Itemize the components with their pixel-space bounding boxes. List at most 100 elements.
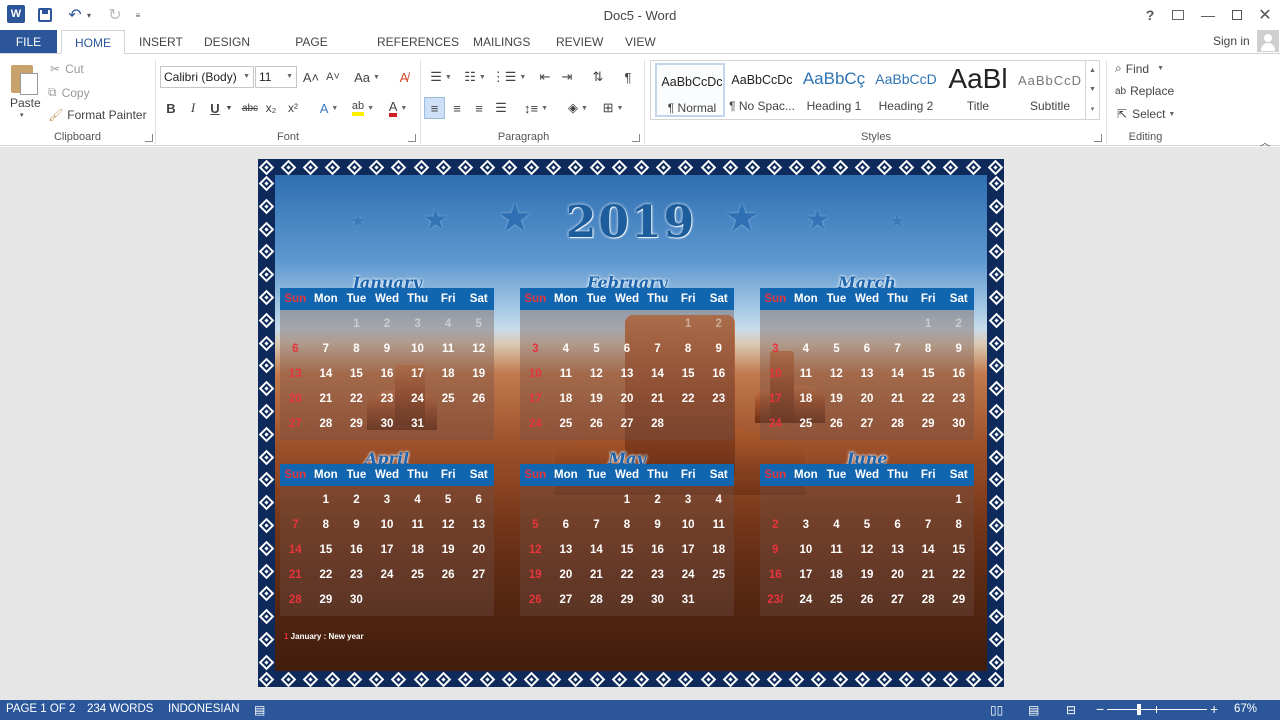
shading-button[interactable]: ◈ ▼	[563, 97, 593, 119]
style-title[interactable]: AaBl Title	[943, 63, 1013, 117]
bold-button[interactable]: B	[162, 97, 180, 119]
text-effects-button[interactable]: A ▼	[315, 97, 343, 119]
styles-gallery-scroll[interactable]: ▲ ▼ ▾	[1085, 61, 1099, 119]
zoom-level[interactable]: 67%	[1234, 703, 1257, 715]
select-button[interactable]: ⇱ Select ▼	[1117, 107, 1175, 121]
change-case-button[interactable]: Aa ▼	[352, 66, 382, 88]
scroll-up-icon[interactable]: ▲	[1089, 67, 1096, 74]
clear-formatting-button[interactable]: A̸	[394, 66, 414, 88]
day-cell: 15	[350, 368, 363, 380]
tab-insert[interactable]: INSERT	[139, 30, 183, 54]
sort-button[interactable]: ⇅	[588, 66, 608, 88]
diamond-ornament-icon	[258, 671, 275, 687]
shrink-font-button[interactable]: A˅	[324, 66, 342, 88]
paste-dropdown-icon[interactable]: ▾	[20, 111, 24, 119]
tab-mailings[interactable]: MAILINGS	[473, 30, 530, 54]
align-right-button[interactable]: ≡	[469, 97, 489, 119]
style-heading-2[interactable]: AaBbCcD Heading 2	[871, 63, 941, 117]
web-layout-icon[interactable]: ⊟	[1066, 703, 1076, 717]
tab-file[interactable]: FILE	[0, 30, 57, 54]
cut-button[interactable]: ✂ Cut	[50, 62, 84, 76]
language-indicator[interactable]: INDONESIAN	[168, 703, 240, 715]
day-cell	[703, 412, 734, 437]
document-canvas[interactable]: ★ ★ ★ ★ ★ ★ 2019 January Sun Mon Tue Wed Thu F…	[0, 147, 1280, 700]
tab-review[interactable]: REVIEW	[556, 30, 603, 54]
superscript-button[interactable]: x²	[284, 97, 302, 119]
align-center-button[interactable]: ≡	[447, 97, 467, 119]
scroll-down-icon[interactable]: ▼	[1089, 86, 1096, 93]
help-button[interactable]: ?	[1138, 4, 1162, 26]
justify-button[interactable]: ☰	[491, 97, 511, 119]
diamond-ornament-icon	[987, 159, 1003, 175]
zoom-in-button[interactable]: +	[1210, 701, 1218, 717]
underline-button[interactable]: U	[206, 97, 224, 119]
line-spacing-button[interactable]: ↕≡ ▼	[521, 97, 551, 119]
sign-in-link[interactable]: Sign in	[1213, 34, 1250, 48]
chevron-down-icon: ▼	[331, 104, 339, 112]
subscript-button[interactable]: x₂	[262, 97, 280, 119]
increase-indent-button[interactable]: ⇥	[557, 66, 577, 88]
word-count[interactable]: 234 WORDS	[87, 703, 153, 715]
copy-button[interactable]: ⧉ Copy	[48, 85, 90, 100]
bullets-button[interactable]: ☰ ▼	[427, 66, 455, 88]
borders-button[interactable]: ⊞ ▼	[598, 97, 628, 119]
copy-icon: ⧉	[48, 85, 57, 99]
tab-design[interactable]: DESIGN	[204, 30, 250, 54]
style-subtitle[interactable]: AaBbCcD Subtitle	[1015, 63, 1085, 117]
day-cell: 6	[562, 519, 570, 531]
close-button[interactable]: ✕	[1253, 4, 1277, 26]
highlight-button[interactable]: ab ▼	[348, 97, 378, 119]
macro-recording-icon[interactable]: ▤	[254, 703, 265, 717]
style-heading-1[interactable]: AaBbCç Heading 1	[799, 63, 869, 117]
font-size-select[interactable]: 11 ▼	[255, 66, 297, 88]
day-cell	[463, 412, 494, 437]
replace-button[interactable]: ab Replace	[1115, 84, 1174, 98]
tab-home[interactable]: HOME	[61, 30, 125, 54]
tab-page-layout[interactable]: PAGE LAYOUT	[273, 30, 350, 73]
font-color-button[interactable]: A ▼	[383, 97, 413, 119]
font-launcher-icon[interactable]	[408, 134, 416, 142]
styles-launcher-icon[interactable]	[1094, 134, 1102, 142]
multilevel-list-button[interactable]: ⋮☰ ▼	[492, 66, 527, 88]
decrease-indent-button[interactable]: ⇤	[535, 66, 555, 88]
find-button[interactable]: ⌕ Find ▼	[1115, 61, 1164, 76]
format-painter-button[interactable]: 🖌 Format Painter	[48, 108, 147, 122]
zoom-slider[interactable]	[1107, 709, 1207, 710]
style-no-spacing[interactable]: AaBbCcDc ¶ No Spac...	[727, 63, 797, 117]
weekday-label: Wed	[854, 469, 880, 481]
style-normal[interactable]: AaBbCcDc ¶ Normal	[655, 63, 725, 117]
day-cell: 26	[590, 418, 603, 430]
show-formatting-button[interactable]: ¶	[618, 66, 638, 88]
strikethrough-button[interactable]: abc	[239, 97, 261, 119]
maximize-button[interactable]	[1225, 4, 1249, 26]
day-cell: 28	[288, 594, 302, 606]
numbering-button[interactable]: ☷ ▼	[461, 66, 489, 88]
minimize-button[interactable]: —	[1196, 4, 1220, 26]
more-styles-icon[interactable]: ▾	[1091, 105, 1095, 113]
day-cell: 12	[441, 519, 455, 531]
day-cell: 23	[350, 569, 363, 581]
paragraph-launcher-icon[interactable]	[632, 134, 640, 142]
underline-dropdown-icon[interactable]: ▼	[224, 97, 234, 119]
zoom-out-button[interactable]: −	[1096, 701, 1104, 717]
clipboard-launcher-icon[interactable]	[145, 134, 153, 142]
print-layout-icon[interactable]: ▤	[1028, 703, 1039, 717]
ribbon-display-options-button[interactable]	[1166, 4, 1190, 26]
align-left-button[interactable]: ≡	[424, 97, 445, 119]
tab-view[interactable]: VIEW	[625, 30, 656, 54]
diamond-ornament-icon	[678, 671, 694, 687]
zoom-slider-thumb[interactable]	[1137, 704, 1141, 715]
day-cell: 2	[715, 318, 722, 330]
paste-icon[interactable]	[9, 62, 41, 96]
user-avatar-icon[interactable]	[1257, 30, 1279, 52]
italic-button[interactable]: I	[184, 97, 202, 119]
style-sample: AaBl	[948, 63, 1008, 94]
document-page[interactable]: ★ ★ ★ ★ ★ ★ 2019 January Sun Mon Tue Wed Thu F…	[258, 159, 1004, 687]
read-mode-icon[interactable]: ▯▯	[990, 703, 1003, 717]
font-family-select[interactable]: Calibri (Body) ▼	[160, 66, 254, 88]
diamond-ornament-icon	[567, 671, 584, 687]
grow-font-button[interactable]: A˄	[302, 66, 320, 88]
paste-button[interactable]: Paste	[10, 96, 41, 110]
tab-references[interactable]: REFERENCES	[377, 30, 459, 54]
page-count[interactable]: PAGE 1 OF 2	[6, 703, 75, 715]
